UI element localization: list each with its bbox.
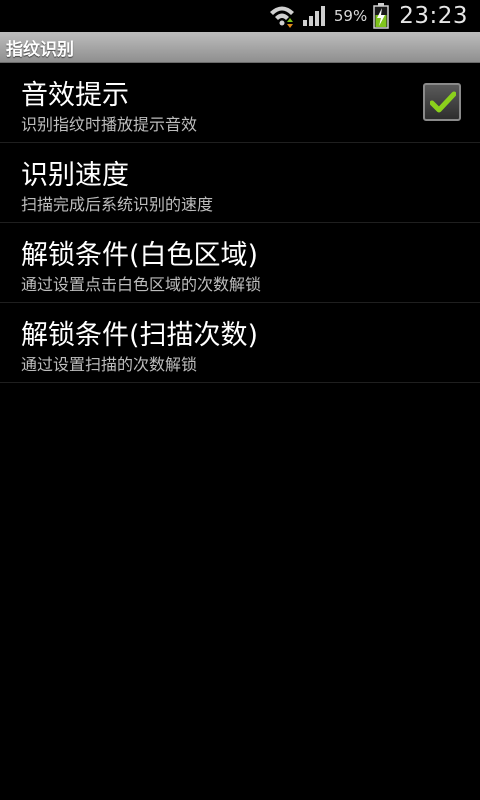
- pref-item-unlock-white-area[interactable]: 解锁条件(白色区域) 通过设置点击白色区域的次数解锁: [0, 223, 480, 303]
- checkmark-icon: [430, 91, 456, 113]
- pref-summary: 通过设置扫描的次数解锁: [21, 355, 198, 374]
- status-icons: 59% 23:23: [262, 0, 468, 32]
- pref-item-unlock-scan-count[interactable]: 解锁条件(扫描次数) 通过设置扫描的次数解锁: [0, 303, 480, 383]
- pref-title: 识别速度: [21, 160, 129, 191]
- title-bar: 指纹识别: [0, 32, 480, 63]
- pref-title: 解锁条件(扫描次数): [21, 320, 259, 351]
- pref-summary: 扫描完成后系统识别的速度: [21, 195, 214, 214]
- pref-item-sound-hint[interactable]: 音效提示 识别指纹时播放提示音效: [0, 63, 480, 143]
- pref-summary: 识别指纹时播放提示音效: [21, 115, 198, 134]
- battery-charging-icon: [373, 3, 389, 29]
- signal-icon: [302, 5, 326, 27]
- pref-summary: 通过设置点击白色区域的次数解锁: [21, 275, 262, 294]
- sound-hint-checkbox[interactable]: [423, 83, 461, 121]
- pref-title: 音效提示: [21, 80, 129, 111]
- pref-item-recognition-speed[interactable]: 识别速度 扫描完成后系统识别的速度: [0, 143, 480, 223]
- battery-percent: 59%: [333, 7, 368, 25]
- pref-title: 解锁条件(白色区域): [21, 240, 259, 271]
- preference-list: 音效提示 识别指纹时播放提示音效 识别速度 扫描完成后系统识别的速度 解锁条件(…: [0, 63, 480, 383]
- page-title: 指纹识别: [6, 40, 74, 60]
- status-clock: 23:23: [399, 3, 468, 29]
- wifi-icon: [268, 3, 296, 29]
- status-bar: 59% 23:23: [0, 0, 480, 32]
